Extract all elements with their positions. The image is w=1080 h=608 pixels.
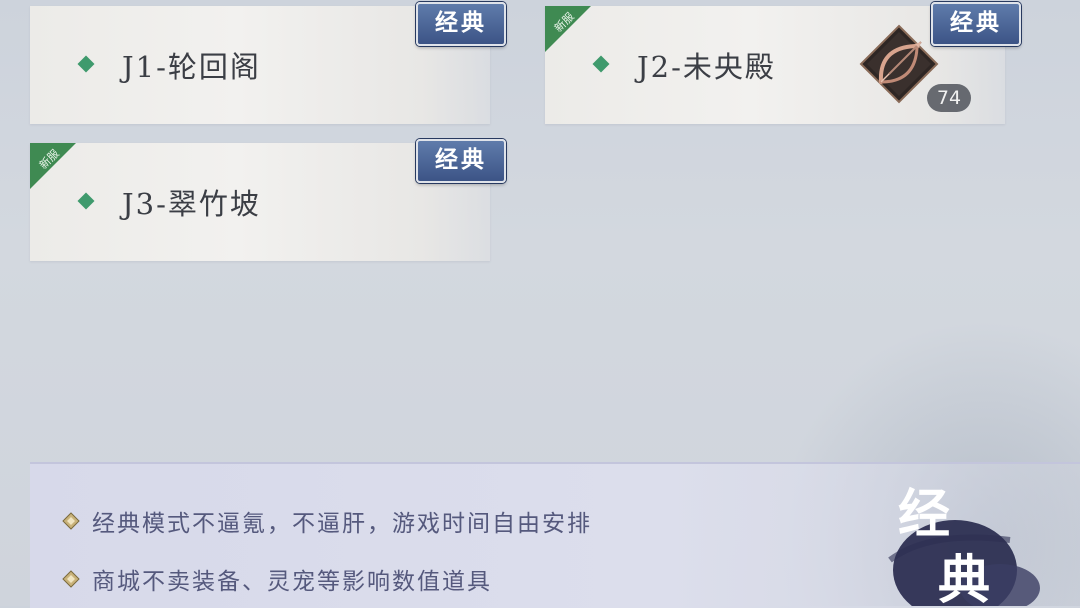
classic-calligraphy-stamp: 经 典 — [888, 484, 1040, 606]
map-card-j3[interactable]: 新服 J3-翠竹坡 经典 — [30, 139, 506, 261]
map-card-j1[interactable]: J1-轮回阁 经典 — [30, 2, 506, 124]
classic-tag: 经典 — [416, 2, 506, 46]
new-server-badge: 新服 — [545, 6, 591, 52]
stamp-char-2: 典 — [938, 550, 990, 606]
map-name: J3-翠竹坡 — [122, 187, 261, 221]
diamond-bullet-icon — [592, 55, 610, 73]
info-line: 经典模式不逼氪，不逼肝，游戏时间自由安排 — [62, 504, 592, 538]
info-line-text: 商城不卖装备、灵宠等影响数值道具 — [92, 569, 492, 595]
info-line-text: 经典模式不逼氪，不逼肝，游戏时间自由安排 — [92, 511, 592, 537]
map-name: J2-未央殿 — [637, 50, 776, 84]
item-level-badge: 74 — [927, 84, 971, 112]
stamp-char-1: 经 — [898, 484, 950, 545]
map-card-j2[interactable]: 新服 J2-未央殿 74 经典 — [545, 2, 1021, 124]
classic-tag: 经典 — [931, 2, 1021, 46]
ornament-bullet-icon — [62, 512, 80, 530]
new-server-badge: 新服 — [30, 143, 76, 189]
info-line: 商城不卖装备、灵宠等影响数值道具 — [62, 562, 492, 596]
diamond-bullet-icon — [77, 55, 95, 73]
classic-tag: 经典 — [416, 139, 506, 183]
diamond-bullet-icon — [77, 192, 95, 210]
ornament-bullet-icon — [62, 570, 80, 588]
map-name: J1-轮回阁 — [122, 50, 261, 84]
